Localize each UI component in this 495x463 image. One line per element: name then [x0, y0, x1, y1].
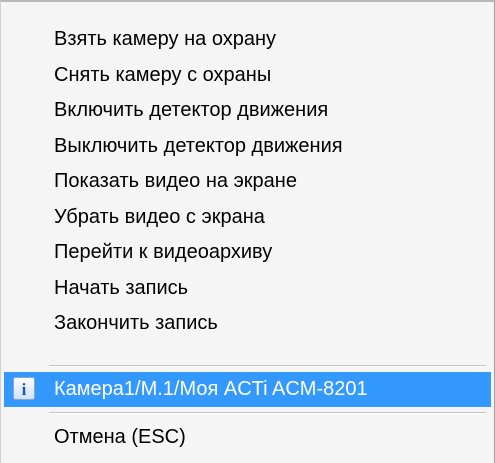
menu-separator: [49, 412, 486, 414]
context-menu: Взять камеру на охрану Снять камеру с ох…: [0, 0, 495, 463]
menu-item-hide-video[interactable]: Убрать видео с экрана: [1, 200, 494, 236]
menu-item-disarm-camera[interactable]: Снять камеру с охраны: [1, 58, 494, 94]
menu-action-group: Взять камеру на охрану Снять камеру с ох…: [1, 22, 494, 342]
menu-item-stop-recording[interactable]: Закончить запись: [1, 306, 494, 342]
menu-cancel-group: Отмена (ESC): [1, 419, 494, 455]
info-icon: i: [13, 377, 35, 400]
camera-item-label: Камера1/М.1/Моя ACTi ACM-8201: [54, 378, 368, 400]
menu-item-arm-camera[interactable]: Взять камеру на охрану: [1, 22, 494, 58]
menu-separator: [49, 365, 486, 367]
menu-item-open-archive[interactable]: Перейти к видеоархиву: [1, 235, 494, 271]
menu-item-disable-motion-detector[interactable]: Выключить детектор движения: [1, 129, 494, 165]
menu-item-start-recording[interactable]: Начать запись: [1, 271, 494, 307]
svg-text:i: i: [22, 380, 27, 399]
menu-item-camera[interactable]: i Камера1/М.1/Моя ACTi ACM-8201: [4, 372, 491, 407]
menu-item-enable-motion-detector[interactable]: Включить детектор движения: [1, 93, 494, 129]
menu-item-show-video[interactable]: Показать видео на экране: [1, 164, 494, 200]
menu-item-cancel[interactable]: Отмена (ESC): [1, 419, 494, 455]
